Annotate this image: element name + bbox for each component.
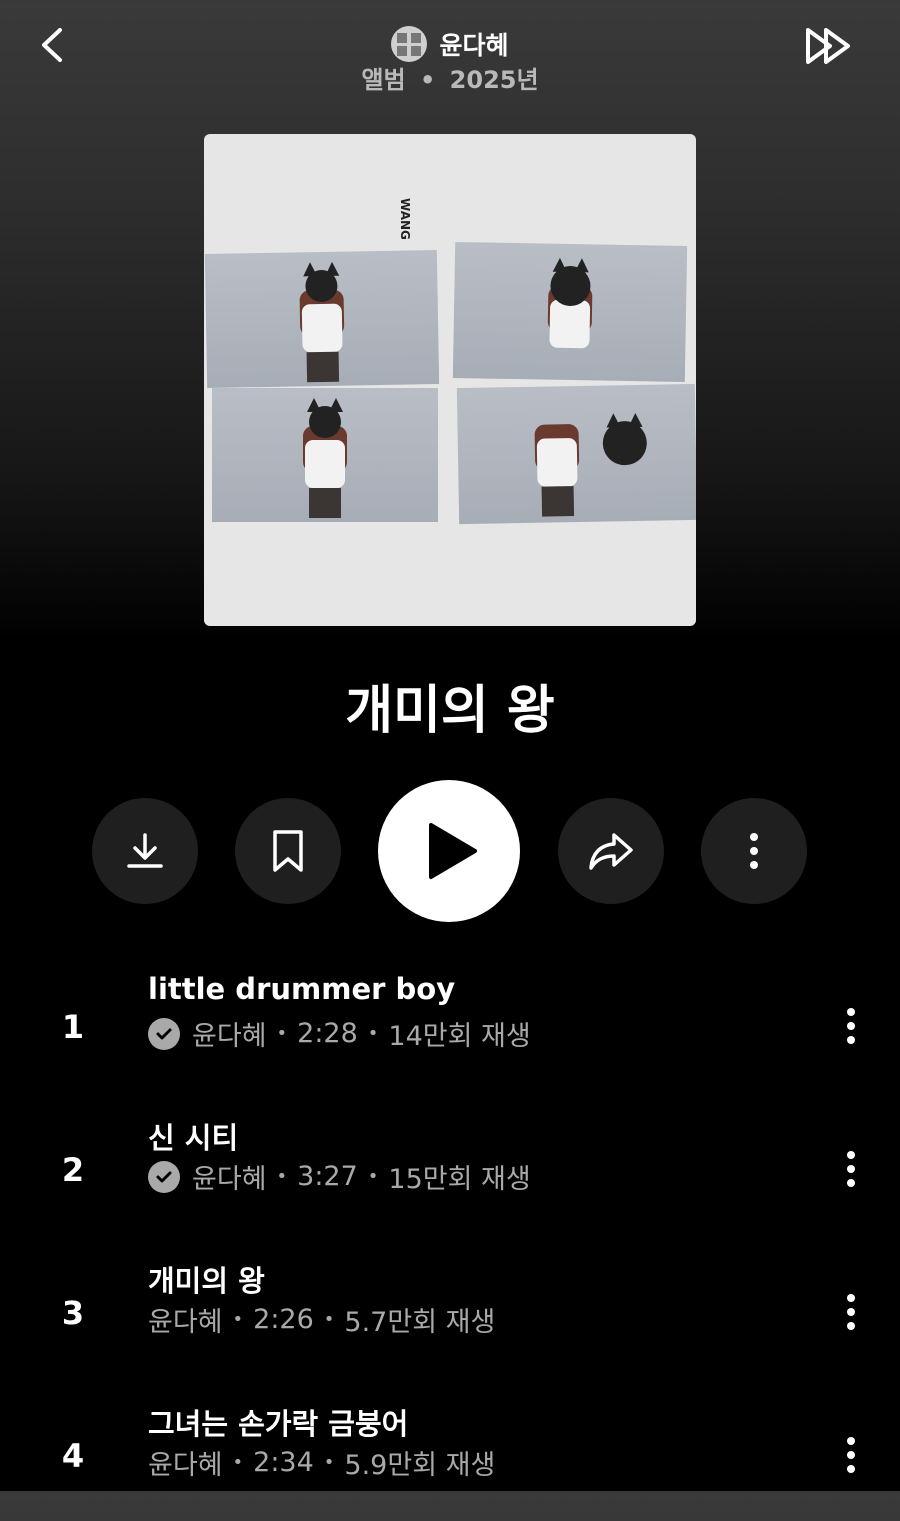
track-plays: 15만회 재생 xyxy=(388,1164,531,1195)
cover-figure xyxy=(596,412,653,482)
download-button[interactable] xyxy=(92,798,198,904)
play-button[interactable] xyxy=(378,780,520,922)
track-plays: 14만회 재생 xyxy=(388,1021,531,1052)
separator: • xyxy=(232,1452,244,1473)
album-subtitle: 앨범 • 2025년 xyxy=(0,60,900,95)
track-duration: 3:27 xyxy=(297,1161,358,1192)
track-title: 신 시티 xyxy=(148,1121,239,1155)
separator: • xyxy=(232,1309,244,1330)
track-artist: 윤다혜 xyxy=(192,1164,267,1195)
share-button[interactable] xyxy=(558,798,664,904)
verified-check-icon xyxy=(148,1017,180,1050)
track-number: 4 xyxy=(61,1437,85,1475)
track-number: 2 xyxy=(61,1151,85,1189)
cover-figure xyxy=(297,398,353,518)
track-title: 그녀는 손가락 금붕어 xyxy=(148,1407,409,1441)
track-meta: 윤다혜 • 3:27 • 15만회 재생 xyxy=(148,1157,531,1196)
separator: • xyxy=(323,1452,335,1473)
cover-photo-1 xyxy=(204,249,440,389)
track-duration: 2:28 xyxy=(297,1018,358,1049)
track-row[interactable]: 2 신 시티 윤다혜 • 3:27 • 15만회 재생 xyxy=(0,1115,900,1235)
cover-figure xyxy=(528,404,586,517)
separator: • xyxy=(367,1166,379,1187)
separator: • xyxy=(367,1023,379,1044)
track-artist: 윤다혜 xyxy=(148,1307,223,1338)
album-title: 개미의 왕 xyxy=(345,681,555,741)
separator: • xyxy=(419,66,436,94)
separator: • xyxy=(276,1166,288,1187)
album-cover: WANG xyxy=(204,134,696,626)
cover-text: WANG xyxy=(398,198,412,240)
skip-forward-button[interactable] xyxy=(800,22,860,70)
more-vertical-icon xyxy=(847,1437,855,1473)
cover-figure xyxy=(293,261,351,383)
track-row[interactable]: 3 개미의 왕 윤다혜 • 2:26 • 5.7만회 재생 xyxy=(0,1258,900,1378)
track-artist: 윤다혜 xyxy=(148,1450,223,1481)
more-options-button[interactable] xyxy=(701,798,807,904)
download-icon xyxy=(127,833,163,868)
track-plays: 5.7만회 재생 xyxy=(344,1307,496,1338)
cover-photo-2 xyxy=(452,241,688,383)
track-number: 1 xyxy=(61,1008,85,1046)
track-more-button[interactable] xyxy=(836,1435,866,1475)
track-meta: 윤다혜 • 2:34 • 5.9만회 재생 xyxy=(148,1443,495,1482)
album-type: 앨범 xyxy=(361,66,406,94)
album-year: 2025년 xyxy=(449,66,539,94)
track-meta: 윤다혜 • 2:28 • 14만회 재생 xyxy=(148,1014,531,1053)
cover-figure xyxy=(541,257,599,377)
track-artist: 윤다혜 xyxy=(192,1021,267,1052)
double-chevron-right-icon xyxy=(806,28,850,64)
artist-avatar xyxy=(391,26,428,62)
cover-photo-4 xyxy=(456,383,696,525)
track-more-button[interactable] xyxy=(836,1006,866,1046)
artist-name: 윤다혜 xyxy=(439,31,509,60)
more-vertical-icon xyxy=(847,1008,855,1044)
verified-check-icon xyxy=(148,1160,180,1193)
track-row[interactable]: 1 little drummer boy 윤다혜 • 2:28 • 14만회 재… xyxy=(0,972,900,1092)
bookmark-icon xyxy=(273,830,303,872)
separator: • xyxy=(323,1309,335,1330)
track-more-button[interactable] xyxy=(836,1292,866,1332)
track-meta: 윤다혜 • 2:26 • 5.7만회 재생 xyxy=(148,1300,495,1339)
track-title: 개미의 왕 xyxy=(148,1264,265,1298)
play-icon xyxy=(429,823,477,879)
save-to-library-button[interactable] xyxy=(235,798,341,904)
more-vertical-icon xyxy=(847,1294,855,1330)
track-title: little drummer boy xyxy=(148,972,456,1006)
track-number: 3 xyxy=(61,1294,85,1332)
top-bar: 윤다혜 앨범 • 2025년 xyxy=(0,0,900,110)
separator: • xyxy=(276,1023,288,1044)
track-duration: 2:26 xyxy=(253,1304,314,1335)
more-vertical-icon xyxy=(750,833,758,869)
cover-photo-3 xyxy=(212,388,438,522)
track-duration: 2:34 xyxy=(253,1447,314,1478)
track-more-button[interactable] xyxy=(836,1149,866,1189)
track-row[interactable]: 4 그녀는 손가락 금붕어 윤다혜 • 2:34 • 5.9만회 재생 xyxy=(0,1401,900,1521)
track-plays: 5.9만회 재생 xyxy=(344,1450,496,1481)
share-icon xyxy=(589,833,633,870)
more-vertical-icon xyxy=(847,1151,855,1187)
